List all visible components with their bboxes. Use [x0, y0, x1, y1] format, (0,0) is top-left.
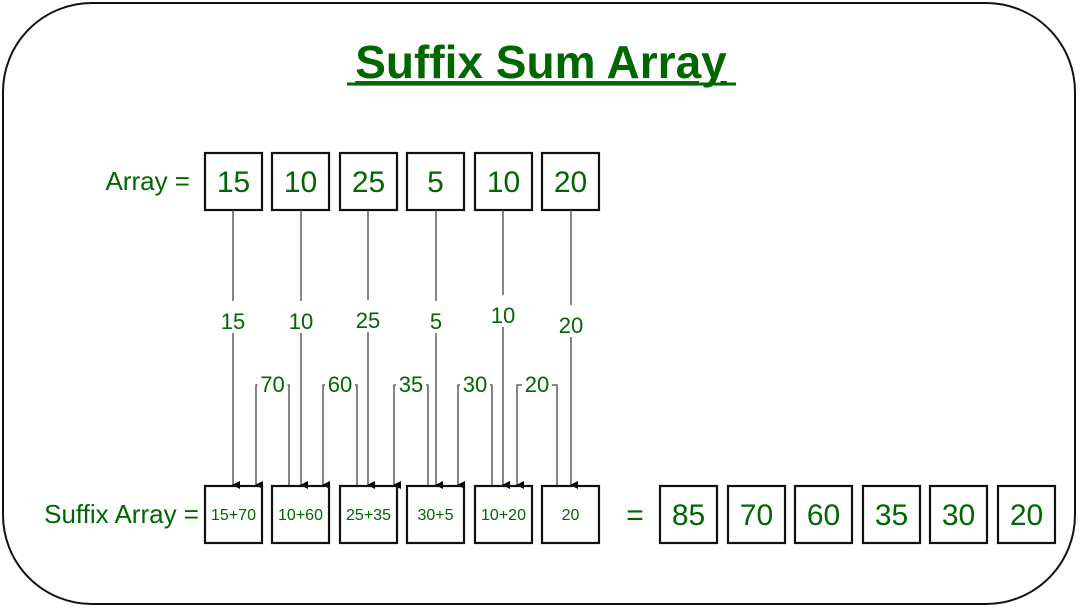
result-value: 60: [807, 499, 840, 532]
carry-connector: [426, 384, 429, 486]
array-value: 15: [217, 166, 250, 199]
result-value: 30: [942, 499, 975, 532]
down-label: 25: [356, 308, 380, 333]
down-label: 10: [491, 303, 515, 328]
carry-arrow: [516, 384, 524, 489]
array-label: Array =: [105, 166, 190, 196]
carry-arrow: [255, 384, 263, 489]
suffix-expression: 15+70: [211, 507, 256, 524]
carry-connector: [490, 384, 493, 486]
result-value: 35: [875, 499, 908, 532]
suffix-expression: 20: [562, 507, 580, 524]
down-label: 5: [430, 309, 442, 334]
result-value: 20: [1010, 499, 1043, 532]
diagram-canvas: Suffix Sum Array Array = Suffix Array = …: [44, 36, 1057, 545]
suffix-expression: 10+60: [278, 507, 323, 524]
array-value: 5: [427, 166, 444, 199]
suffix-expression: 30+5: [417, 507, 453, 524]
carry-arrow: [393, 384, 401, 489]
carry-arrow: [322, 384, 330, 489]
suffix-expression: 10+20: [481, 507, 526, 524]
array-value: 25: [352, 166, 385, 199]
array-value: 20: [554, 166, 587, 199]
suffix-array-label: Suffix Array =: [44, 499, 199, 529]
equals-sign: =: [626, 499, 644, 532]
carry-label: 70: [260, 372, 284, 397]
carry-label: 60: [328, 372, 352, 397]
carry-arrow: [457, 384, 465, 489]
down-label: 20: [559, 313, 583, 338]
page-title: Suffix Sum Array: [355, 36, 727, 88]
down-label: 10: [289, 309, 313, 334]
array-value: 10: [487, 166, 520, 199]
carry-label: 20: [525, 372, 549, 397]
result-value: 70: [740, 499, 773, 532]
carry-label: 35: [399, 372, 423, 397]
array-value: 10: [284, 166, 317, 199]
suffix-expression: 25+35: [346, 507, 391, 524]
carry-connector: [355, 384, 358, 486]
carry-label: 30: [463, 372, 487, 397]
carry-connector: [552, 384, 558, 486]
result-value: 85: [672, 499, 705, 532]
down-label: 15: [221, 309, 245, 334]
carry-connector: [287, 384, 290, 486]
